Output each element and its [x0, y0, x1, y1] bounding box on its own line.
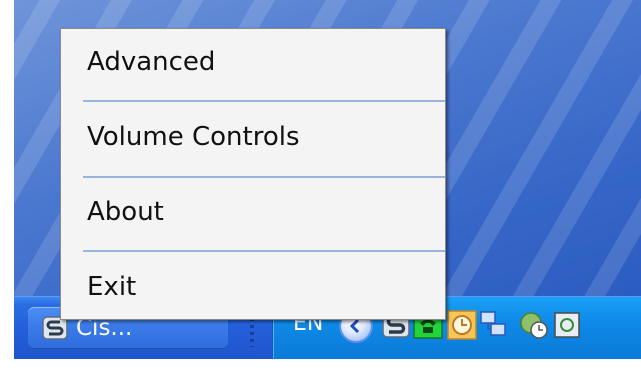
- partial-tray-icon[interactable]: [553, 310, 583, 340]
- menu-item-about[interactable]: About: [87, 197, 164, 227]
- menu-item-advanced[interactable]: Advanced: [87, 47, 215, 77]
- network-icon[interactable]: [479, 310, 509, 340]
- menu-separator: [83, 250, 445, 252]
- update-icon[interactable]: [519, 310, 549, 340]
- clock-icon[interactable]: [447, 310, 477, 340]
- menu-item-volume-controls[interactable]: Volume Controls: [87, 122, 300, 152]
- menu-separator: [83, 100, 445, 102]
- menu-separator: [83, 176, 445, 178]
- menu-item-exit[interactable]: Exit: [87, 272, 136, 302]
- context-menu: Advanced Volume Controls About Exit: [60, 28, 446, 320]
- screen: Cis... EN Advanced Volume Controls About…: [0, 0, 641, 370]
